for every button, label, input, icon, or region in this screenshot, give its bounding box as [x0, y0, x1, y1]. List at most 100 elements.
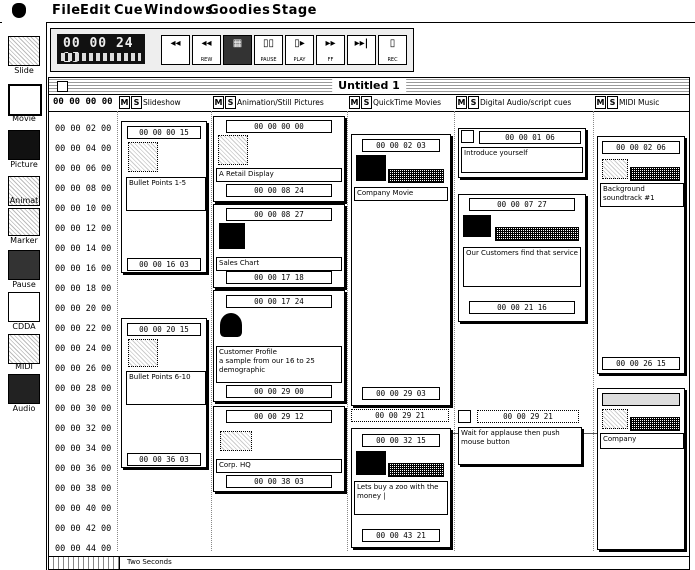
slide-icon[interactable] — [8, 36, 40, 66]
solo-button[interactable]: S — [607, 96, 618, 109]
cue-start-time[interactable]: 00 00 02 03 — [362, 139, 440, 152]
movie-thumbnail-icon — [356, 451, 386, 475]
cue-note[interactable]: Customer Profile a sample from our 16 to… — [216, 346, 342, 383]
mute-button[interactable]: M — [456, 96, 467, 109]
menu-cue[interactable]: Cue — [114, 3, 143, 18]
midi-cue-background[interactable]: 00 00 02 06 Background soundtrack #1 00 … — [597, 136, 685, 374]
record-button[interactable]: ▯ REC — [378, 35, 407, 65]
audio-icon[interactable] — [8, 374, 40, 404]
column-divider — [593, 111, 594, 551]
pause-button-icon: ▯▯ — [262, 38, 274, 49]
cue-note[interactable]: Bullet Points 1-5 — [126, 177, 206, 211]
cue-note[interactable]: Company Movie — [354, 187, 448, 201]
fast-forward-button[interactable]: ▸▸ FF — [316, 35, 345, 65]
movie-cue-marker-time[interactable]: 00 00 29 21 — [351, 409, 449, 422]
tool-label-movie: Movie — [12, 114, 36, 123]
cue-note[interactable]: A Retail Display — [216, 168, 342, 182]
cue-end-time[interactable]: 00 00 16 03 — [127, 258, 201, 271]
cue-note[interactable]: Sales Chart — [216, 257, 342, 271]
solo-button[interactable]: S — [225, 96, 236, 109]
cue-note[interactable]: Company — [600, 433, 684, 449]
midi-cue-company[interactable]: Company — [597, 388, 685, 550]
cue-checkbox[interactable] — [458, 410, 471, 423]
stop-button[interactable]: ▦ — [223, 35, 252, 65]
script-cue-applause[interactable]: Wait for applause then push mouse button — [458, 427, 582, 465]
mute-button[interactable]: M — [119, 96, 130, 109]
solo-button[interactable]: S — [468, 96, 479, 109]
solo-button[interactable]: S — [361, 96, 372, 109]
play-button[interactable]: ▯▸ PLAY — [285, 35, 314, 65]
cue-end-time[interactable]: 00 00 38 03 — [226, 475, 332, 488]
cue-end-time[interactable]: 00 00 08 24 — [226, 184, 332, 197]
window-titlebar[interactable]: Untitled 1 — [49, 78, 689, 95]
movie-icon[interactable] — [8, 84, 42, 116]
cd-audio-icon[interactable] — [8, 292, 40, 322]
window-footer: Two Seconds — [49, 556, 689, 569]
time-mark: 00 00 44 00 — [55, 544, 112, 554]
cue-start-time[interactable]: 00 00 07 27 — [469, 198, 575, 211]
picture-cue-sales-chart[interactable]: 00 00 08 27 Sales Chart 00 00 17 18 — [213, 204, 345, 288]
cue-checkbox[interactable] — [461, 130, 474, 143]
cue-start-time[interactable]: 00 00 00 00 — [226, 120, 332, 133]
close-box-icon[interactable] — [57, 81, 68, 92]
picture-cue-retail-display[interactable]: 00 00 00 00 A Retail Display 00 00 08 24 — [213, 116, 345, 202]
cue-note[interactable]: Background soundtrack #1 — [600, 183, 684, 207]
picture-cue-corp-hq[interactable]: 00 00 29 12 Corp. HQ 00 00 38 03 — [213, 406, 345, 492]
rewind-button[interactable]: ◂◂ — [161, 35, 190, 65]
zoom-scale-bar[interactable] — [49, 557, 120, 569]
tool-label-animat: Animat — [9, 196, 39, 205]
mute-button[interactable]: M — [595, 96, 606, 109]
cue-sheet-window: Untitled 1 00 00 00 00 M S Slideshow M S Ani… — [48, 77, 690, 570]
picture-icon[interactable] — [8, 130, 40, 160]
pause-icon[interactable] — [8, 250, 40, 280]
solo-button[interactable]: S — [131, 96, 142, 109]
menu-file[interactable]: File — [52, 3, 81, 18]
movie-frames-strip — [388, 169, 444, 183]
fast-forward-icon: ▸▸ — [325, 38, 336, 49]
cue-end-time[interactable]: 00 00 36 03 — [127, 453, 201, 466]
cue-end-time[interactable]: 00 00 29 00 — [226, 385, 332, 398]
picture-cue-customer-profile[interactable]: 00 00 17 24 Customer Profile a sample fr… — [213, 290, 345, 402]
cue-start-time[interactable]: 00 00 32 15 — [362, 434, 440, 447]
movie-cue-company-movie[interactable]: 00 00 02 03 Company Movie 00 00 29 03 — [351, 134, 451, 406]
cue-end-time[interactable]: 00 00 17 18 — [226, 271, 332, 284]
slide-thumbnail-icon — [128, 142, 158, 172]
cue-note[interactable]: Corp. HQ — [216, 459, 342, 473]
marker-icon[interactable] — [8, 208, 40, 236]
midi-icon[interactable] — [8, 334, 40, 364]
cue-start-time[interactable]: 00 00 00 15 — [127, 126, 201, 139]
cue-start-time[interactable]: 00 00 01 06 — [479, 131, 581, 144]
time-scale-label[interactable]: Two Seconds — [127, 558, 172, 566]
menu-edit[interactable]: Edit — [80, 3, 111, 18]
script-cue-introduce[interactable]: 00 00 01 06 Introduce yourself — [458, 128, 586, 178]
cue-end-time[interactable]: 00 00 43 21 — [362, 529, 440, 542]
mute-button[interactable]: M — [213, 96, 224, 109]
cue-note[interactable]: Our Customers find that service — [463, 247, 581, 287]
menu-stage[interactable]: Stage — [272, 3, 317, 18]
rew-button[interactable]: ◂◂ REW — [192, 35, 221, 65]
apple-icon[interactable] — [12, 3, 26, 18]
movie-cue-zoo[interactable]: 00 00 32 15 Lets buy a zoo with the mone… — [351, 428, 451, 548]
menu-windows[interactable]: Windows — [144, 3, 214, 18]
cue-start-time[interactable]: 00 00 20 15 — [127, 323, 201, 336]
skip-button[interactable]: ▸▸| — [347, 35, 376, 65]
cue-note[interactable]: Introduce yourself — [461, 147, 583, 173]
cue-start-time[interactable]: 00 00 02 06 — [602, 141, 680, 154]
cue-end-time[interactable]: 00 00 26 15 — [602, 357, 680, 370]
pause-button[interactable]: ▯▯ PAUSE — [254, 35, 283, 65]
slide-cue-2[interactable]: 00 00 20 15 Bullet Points 6-10 00 00 36 … — [121, 318, 207, 468]
cue-end-time[interactable]: 00 00 21 16 — [469, 301, 575, 314]
script-cue-start-time[interactable]: 00 00 29 21 — [477, 410, 579, 423]
cue-end-time[interactable]: 00 00 29 03 — [362, 387, 440, 400]
mute-button[interactable]: M — [349, 96, 360, 109]
cue-start-time[interactable] — [602, 393, 680, 406]
cue-note[interactable]: Lets buy a zoo with the money | — [354, 481, 448, 515]
slide-cue-1[interactable]: 00 00 00 15 Bullet Points 1-5 00 00 16 0… — [121, 121, 207, 273]
cue-note[interactable]: Bullet Points 6-10 — [126, 371, 206, 405]
menu-goodies[interactable]: Goodies — [208, 3, 270, 18]
time-mark: 00 00 40 00 — [55, 504, 112, 514]
cue-start-time[interactable]: 00 00 29 12 — [226, 410, 332, 423]
audio-cue-customers[interactable]: 00 00 07 27 Our Customers find that serv… — [458, 194, 586, 322]
cue-start-time[interactable]: 00 00 08 27 — [226, 208, 332, 221]
cue-start-time[interactable]: 00 00 17 24 — [226, 295, 332, 308]
